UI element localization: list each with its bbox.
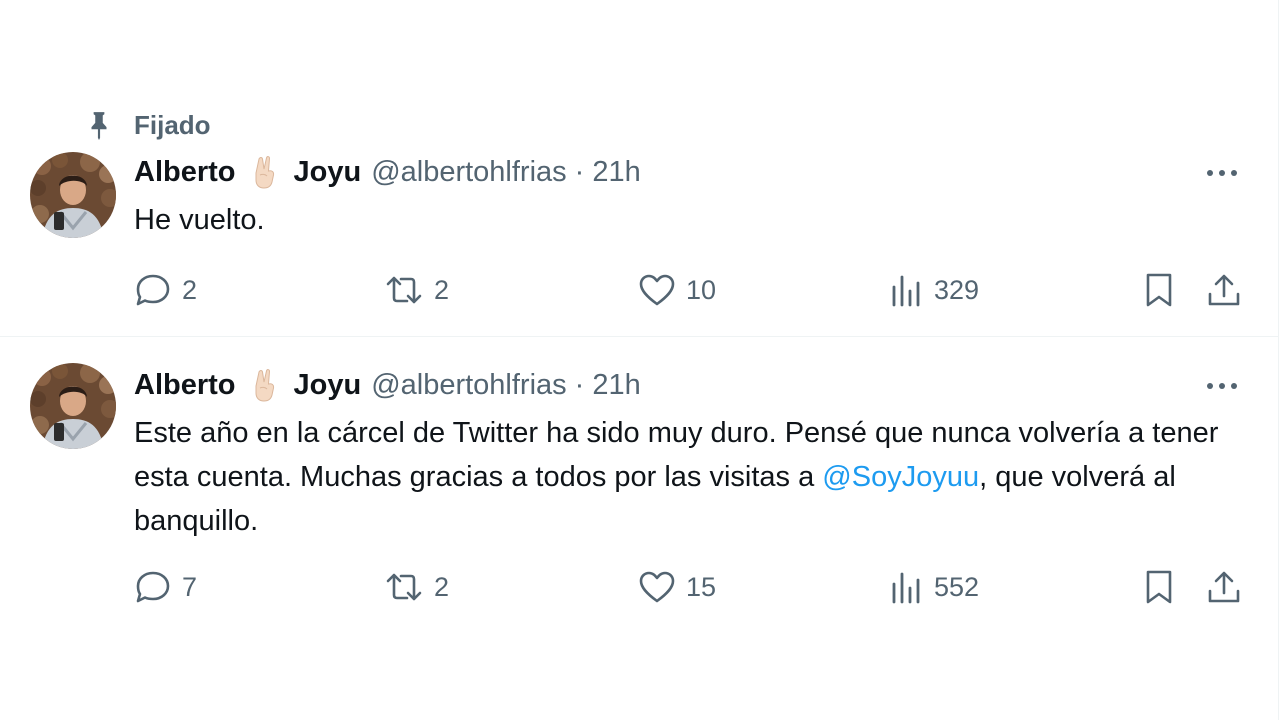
views-count: 329 — [934, 274, 980, 305]
tweet-pinned[interactable]: Fijado Alberto Joyu @albertohlfrias · 21… — [0, 100, 1279, 336]
tweet[interactable]: Alberto Joyu @albertohlfrias · 21h Este … — [0, 337, 1279, 617]
share-icon — [1208, 274, 1240, 306]
bookmark-icon — [1146, 570, 1172, 604]
views-icon — [892, 275, 920, 307]
reply-count: 2 — [182, 274, 198, 305]
share-icon — [1208, 571, 1240, 603]
avatar[interactable] — [30, 152, 116, 238]
author-name-last[interactable]: Joyu — [294, 156, 362, 189]
bookmark-button[interactable] — [1142, 270, 1176, 310]
victory-hand-emoji — [255, 156, 274, 189]
timestamp[interactable]: 21h — [592, 156, 640, 189]
pinned-indicator: Fijado — [86, 108, 211, 142]
separator-dot: · — [574, 368, 585, 401]
repost-button[interactable]: 2 — [384, 567, 449, 607]
reply-icon — [136, 274, 170, 306]
like-button[interactable]: 10 — [638, 270, 716, 310]
tweet-header: Alberto Joyu @albertohlfrias · 21h — [134, 152, 641, 192]
mention-link[interactable]: @SoyJoyuu — [822, 461, 979, 493]
repost-icon — [386, 276, 422, 304]
reply-icon — [136, 571, 170, 603]
repost-icon — [386, 573, 422, 601]
separator-dot: · — [574, 155, 585, 188]
views-button[interactable]: 552 — [890, 567, 979, 607]
like-count: 10 — [686, 274, 717, 305]
views-button[interactable]: 329 — [890, 270, 979, 310]
bookmark-button[interactable] — [1142, 567, 1176, 607]
author-name-first[interactable]: Alberto — [134, 369, 236, 402]
share-button[interactable] — [1206, 270, 1242, 310]
views-count: 552 — [934, 571, 980, 602]
repost-count: 2 — [434, 274, 450, 305]
reply-button[interactable]: 7 — [134, 567, 197, 607]
avatar[interactable] — [30, 363, 116, 449]
like-icon — [639, 274, 675, 306]
pinned-label: Fijado — [134, 109, 211, 140]
more-icon — [1207, 170, 1237, 176]
pin-icon — [91, 112, 107, 140]
bookmark-icon — [1146, 273, 1172, 307]
like-icon — [639, 571, 675, 603]
timestamp[interactable]: 21h — [592, 369, 640, 402]
author-name-last[interactable]: Joyu — [294, 369, 362, 402]
repost-count: 2 — [434, 571, 450, 602]
tweet-text: Este año en la cárcel de Twitter ha sido… — [134, 411, 1254, 543]
reply-count: 7 — [182, 571, 198, 602]
action-bar: 2 2 10 329 — [134, 270, 1244, 310]
views-icon — [892, 572, 920, 604]
share-button[interactable] — [1206, 567, 1242, 607]
tweet-text: He vuelto. — [134, 204, 265, 236]
victory-hand-emoji — [255, 369, 274, 402]
author-handle[interactable]: @albertohlfrias — [371, 369, 566, 402]
like-count: 15 — [686, 571, 717, 602]
more-icon — [1207, 383, 1237, 389]
author-handle[interactable]: @albertohlfrias — [371, 156, 566, 189]
more-options-button[interactable] — [1205, 156, 1239, 190]
author-name-first[interactable]: Alberto — [134, 156, 236, 189]
more-options-button[interactable] — [1205, 369, 1239, 403]
repost-button[interactable]: 2 — [384, 270, 449, 310]
timeline-feed: Fijado Alberto Joyu @albertohlfrias · 21… — [0, 0, 1279, 720]
action-bar: 7 2 15 552 — [134, 567, 1244, 607]
like-button[interactable]: 15 — [638, 567, 716, 607]
reply-button[interactable]: 2 — [134, 270, 197, 310]
tweet-header: Alberto Joyu @albertohlfrias · 21h — [134, 365, 641, 405]
